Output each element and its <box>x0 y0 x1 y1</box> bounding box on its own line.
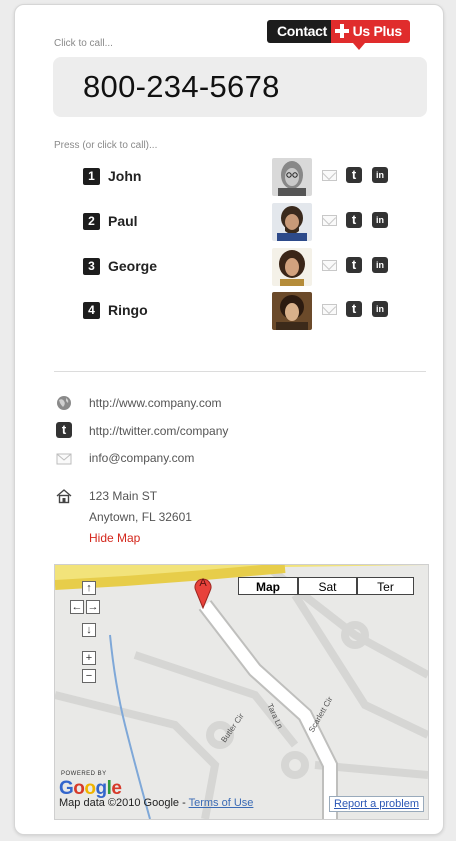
phone-number-button[interactable]: 800-234-5678 <box>53 57 427 117</box>
avatar-ringo <box>272 292 312 330</box>
email-link[interactable]: info@company.com <box>89 451 194 465</box>
contact-name[interactable]: Ringo <box>108 302 148 318</box>
map-type-map-button[interactable]: Map <box>238 577 298 595</box>
contact-row-paul[interactable]: 2 Paul t in <box>83 203 413 241</box>
twitter-icon[interactable]: t <box>346 167 362 183</box>
phone-number: 800-234-5678 <box>83 69 280 104</box>
contact-row-george[interactable]: 3 George t in <box>83 248 413 286</box>
map-type-ter-button[interactable]: Ter <box>357 577 414 595</box>
email-icon[interactable] <box>322 260 337 271</box>
click-to-call-label: Click to call... <box>54 38 113 49</box>
avatar-john <box>272 158 312 196</box>
key-1-badge: 1 <box>83 168 100 185</box>
globe-icon <box>56 395 72 411</box>
linkedin-icon[interactable]: in <box>372 212 388 228</box>
pan-left-icon[interactable]: ← <box>70 600 84 614</box>
contact-name[interactable]: John <box>108 168 141 184</box>
logo-contact-text: Contact <box>267 20 332 43</box>
press-to-call-label: Press (or click to call)... <box>54 140 158 151</box>
powered-by-label: POWERED BY <box>61 771 107 777</box>
pan-right-icon[interactable]: → <box>86 600 100 614</box>
contact-row-ringo[interactable]: 4 Ringo t in <box>83 292 413 330</box>
plus-icon <box>335 24 350 38</box>
avatar-paul <box>272 203 312 241</box>
logo-usplus-text: Us Plus <box>352 23 403 39</box>
linkedin-icon[interactable]: in <box>372 257 388 273</box>
divider <box>54 371 426 372</box>
email-icon[interactable] <box>322 170 337 181</box>
website-link[interactable]: http://www.company.com <box>89 396 222 410</box>
hide-map-link[interactable]: Hide Map <box>89 531 140 545</box>
linkedin-icon[interactable]: in <box>372 301 388 317</box>
address-line-2: Anytown, FL 32601 <box>89 510 192 524</box>
home-icon <box>56 488 72 504</box>
twitter-icon[interactable]: t <box>346 212 362 228</box>
email-icon[interactable] <box>322 304 337 315</box>
map-attribution: Map data ©2010 Google - Terms of Use <box>59 797 253 809</box>
key-3-badge: 3 <box>83 258 100 275</box>
contact-name[interactable]: Paul <box>108 213 138 229</box>
email-icon[interactable] <box>322 215 337 226</box>
report-problem-link[interactable]: Report a problem <box>329 796 424 812</box>
linkedin-icon[interactable]: in <box>372 167 388 183</box>
twitter-icon[interactable]: t <box>346 257 362 273</box>
twitter-icon: t <box>56 422 72 438</box>
twitter-icon[interactable]: t <box>346 301 362 317</box>
contact-row-john[interactable]: 1 John t in <box>83 158 413 196</box>
terms-of-use-link[interactable]: Terms of Use <box>189 797 254 809</box>
twitter-link[interactable]: http://twitter.com/company <box>89 424 228 438</box>
key-2-badge: 2 <box>83 213 100 230</box>
pan-up-icon[interactable]: ↑ <box>82 581 96 595</box>
pan-down-icon[interactable]: ↓ <box>82 623 96 637</box>
key-4-badge: 4 <box>83 302 100 319</box>
map-copyright: Map data ©2010 Google - <box>59 797 189 809</box>
map-marker-icon[interactable]: A <box>193 575 213 610</box>
address-line-1: 123 Main ST <box>89 489 158 503</box>
contact-us-plus-logo: Contact Us Plus <box>267 20 410 50</box>
zoom-in-icon[interactable]: + <box>82 651 96 665</box>
email-icon <box>56 451 72 467</box>
zoom-out-icon[interactable]: − <box>82 669 96 683</box>
avatar-george <box>272 248 312 286</box>
map-type-sat-button[interactable]: Sat <box>298 577 357 595</box>
contact-name[interactable]: George <box>108 258 157 274</box>
map-view[interactable]: Butler Cir Tara Ln Scarlett Cir A Map Sa… <box>54 564 429 820</box>
marker-label: A <box>199 577 207 589</box>
